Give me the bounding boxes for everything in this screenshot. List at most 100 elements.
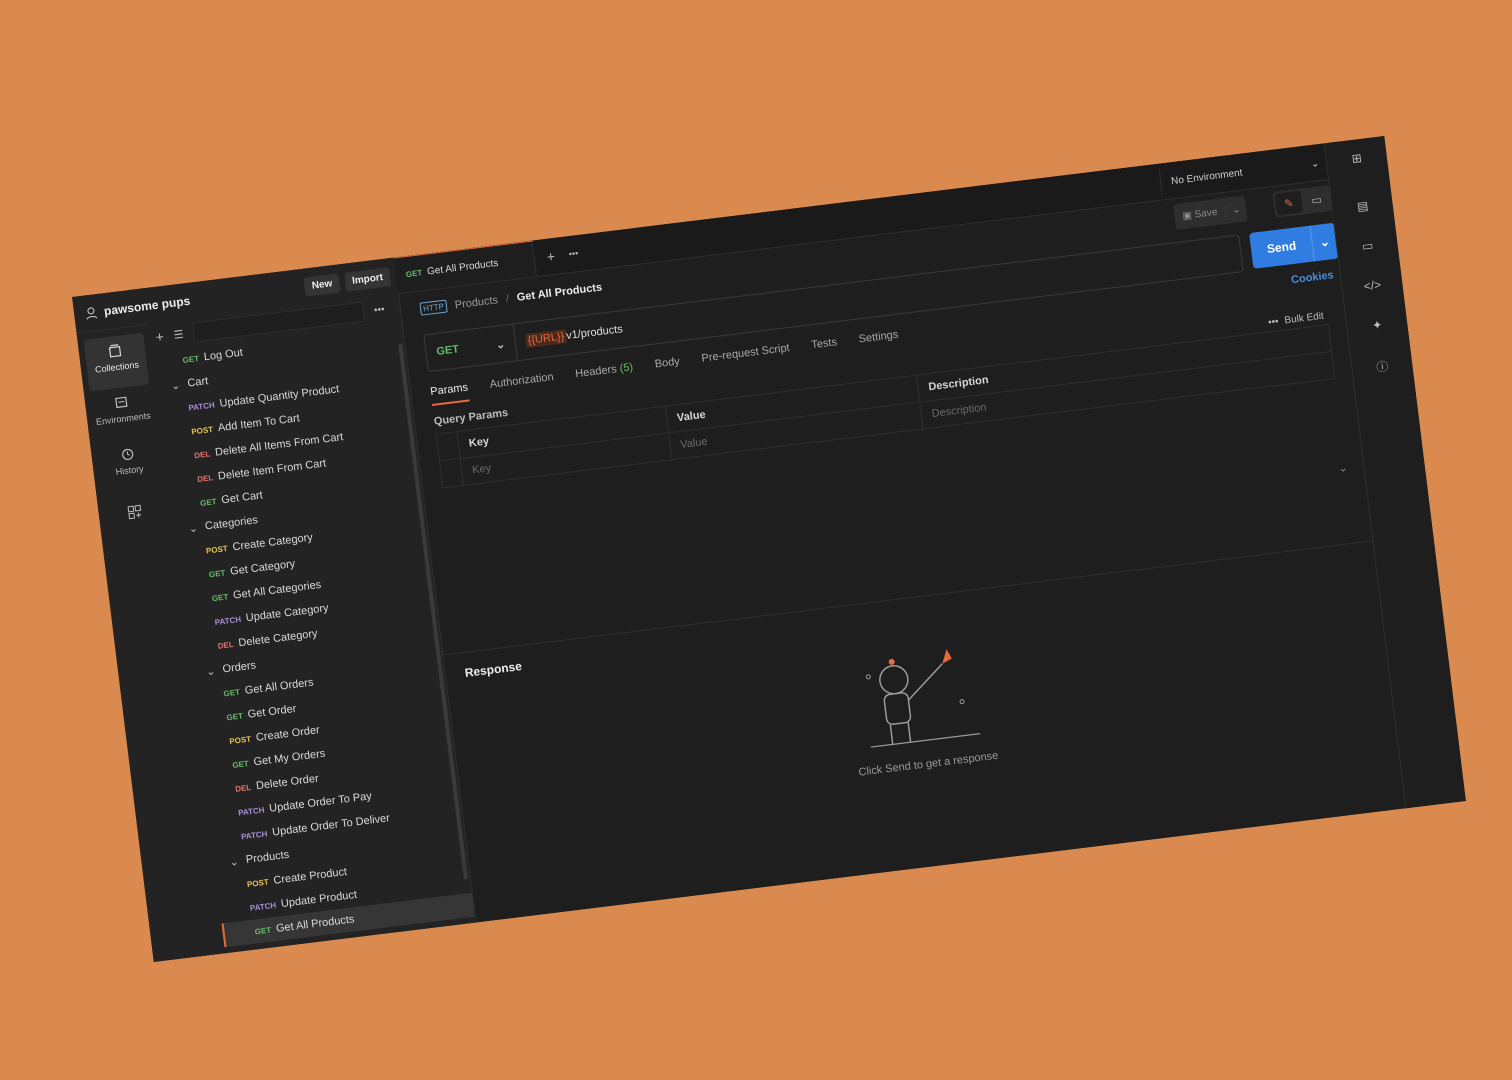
tree-item-label: Cart [186,375,209,390]
tree-item-label: Get Product [276,939,337,959]
method-badge: GET [182,353,200,365]
tree-item-label: Get Category [229,557,296,578]
tree-item-label: Get All Products [275,913,356,935]
nav-collections-label: Collections [94,359,140,375]
chevron-down-icon[interactable]: ⌄ [169,378,182,392]
nav-history[interactable]: History [96,436,162,495]
tree-item-label: Get All Orders [244,676,315,697]
method-chevron-icon: ⌄ [495,338,506,352]
request-tab-label: Params [429,381,469,399]
nav-collections[interactable]: Collections [83,332,150,392]
tab-get-all-products[interactable]: GET Get All Products [393,240,538,294]
cookies-link[interactable]: Cookies [1290,269,1334,286]
request-tab[interactable]: Headers (5) [575,361,635,388]
request-tab-label: Settings [858,328,899,346]
method-badge: GET [231,758,250,770]
bulk-more-icon[interactable]: ••• [1268,316,1280,328]
tab-title: Get All Products [426,257,499,278]
filter-icon[interactable]: ☰ [173,327,184,341]
tab-actions: + ••• [533,235,581,276]
more-options-icon[interactable]: ••• [373,304,385,316]
request-tab-count: (5) [618,361,634,375]
environments-icon [115,396,128,409]
tree-item-label: Update Product [280,888,358,911]
method-badge: GET [255,949,273,961]
tree-item-label: Create Product [272,865,348,887]
url-variable: {{URL}} [524,329,568,349]
request-tab[interactable]: Pre-request Script [701,342,791,373]
method-badge: PATCH [249,900,277,913]
method-badge: PATCH [187,400,216,413]
send-button[interactable]: Send ⌄ [1249,222,1339,269]
method-badge: GET [211,591,229,603]
request-tab[interactable]: Body [654,356,681,379]
user-icon [86,307,98,320]
mode-toggle: ✎ ▭ [1272,184,1333,218]
response-label: Response [463,659,523,680]
http-icon: HTTP [419,299,448,316]
save-button[interactable]: ▣ Save ⌄ [1172,195,1249,231]
postman-window: Collections Environments History pawsome… [72,135,1466,963]
request-tab-label: Pre-request Script [700,342,791,365]
chevron-down-icon[interactable]: ⌄ [204,664,217,678]
tab-more-icon[interactable]: ••• [568,248,579,259]
tree-item-label: Log Out [203,346,244,364]
method-badge: PATCH [240,828,268,841]
method-badge: POST [246,876,270,889]
tree-item-label: Delete Order [255,772,320,793]
info-icon[interactable]: ⓘ [1371,357,1393,376]
tree-item-label: Get Order [247,702,298,721]
method-badge: POST [190,424,214,436]
code-icon[interactable]: </> [1362,277,1384,293]
request-tab-label: Tests [810,336,838,352]
tree-item-label: Products [245,848,290,867]
lightbulb-icon[interactable]: ✦ [1366,317,1388,333]
collapse-chevron-icon[interactable]: ⌄ [1338,461,1349,475]
history-icon [122,448,134,461]
collections-icon [108,344,122,358]
nav-environments[interactable]: Environments [90,384,156,443]
request-tab-label: Body [654,355,681,371]
send-label: Send [1266,238,1297,257]
method-badge: GET [199,496,218,508]
new-tab-icon[interactable]: + [546,248,556,265]
breadcrumb-parent[interactable]: Products [454,294,499,311]
console-icon[interactable]: ⊞ [1346,150,1368,166]
method-badge: DEL [217,639,235,651]
comment-icon[interactable]: ▭ [1302,187,1330,212]
edit-pencil-icon[interactable]: ✎ [1274,190,1303,216]
request-tab[interactable]: Params [429,381,470,406]
method-badge: POST [205,543,229,556]
request-tab[interactable]: Authorization [489,371,555,399]
save-text: Save [1193,206,1218,221]
url-path: v1/products [565,323,624,343]
comments-icon[interactable]: ▭ [1357,238,1379,254]
method-badge: DEL [234,782,252,794]
chevron-down-icon[interactable]: ⌄ [186,521,199,535]
url-input[interactable]: {{URL}}v1/products [515,323,624,349]
request-tab-label: Authorization [489,371,555,391]
method-value: GET [435,343,460,359]
import-button[interactable]: Import [343,266,392,292]
method-select[interactable]: GET ⌄ [424,324,519,372]
tree-item-label: Categories [204,514,259,533]
add-collection-icon[interactable]: + [155,328,165,345]
main-area: GET Get All Products + ••• No Environmen… [393,143,1407,922]
nav-configure[interactable] [103,493,169,552]
documentation-icon[interactable]: ▤ [1352,198,1374,214]
request-tab[interactable]: Settings [858,329,900,354]
request-tab-label: Headers [574,363,618,381]
method-badge: GET [225,710,244,722]
chevron-down-icon[interactable]: ⌄ [227,854,240,868]
tab-method: GET [405,268,423,280]
method-badge: PATCH [214,614,242,627]
method-badge: GET [223,687,241,699]
nav-environments-label: Environments [95,410,152,428]
save-chevron-icon[interactable]: ⌄ [1224,202,1248,217]
method-badge: DEL [193,448,211,460]
request-tab[interactable]: Tests [811,336,839,359]
method-badge: PATCH [237,804,265,818]
grid-plus-icon [127,504,142,520]
new-button[interactable]: New [303,272,341,297]
method-badge: POST [228,734,252,746]
